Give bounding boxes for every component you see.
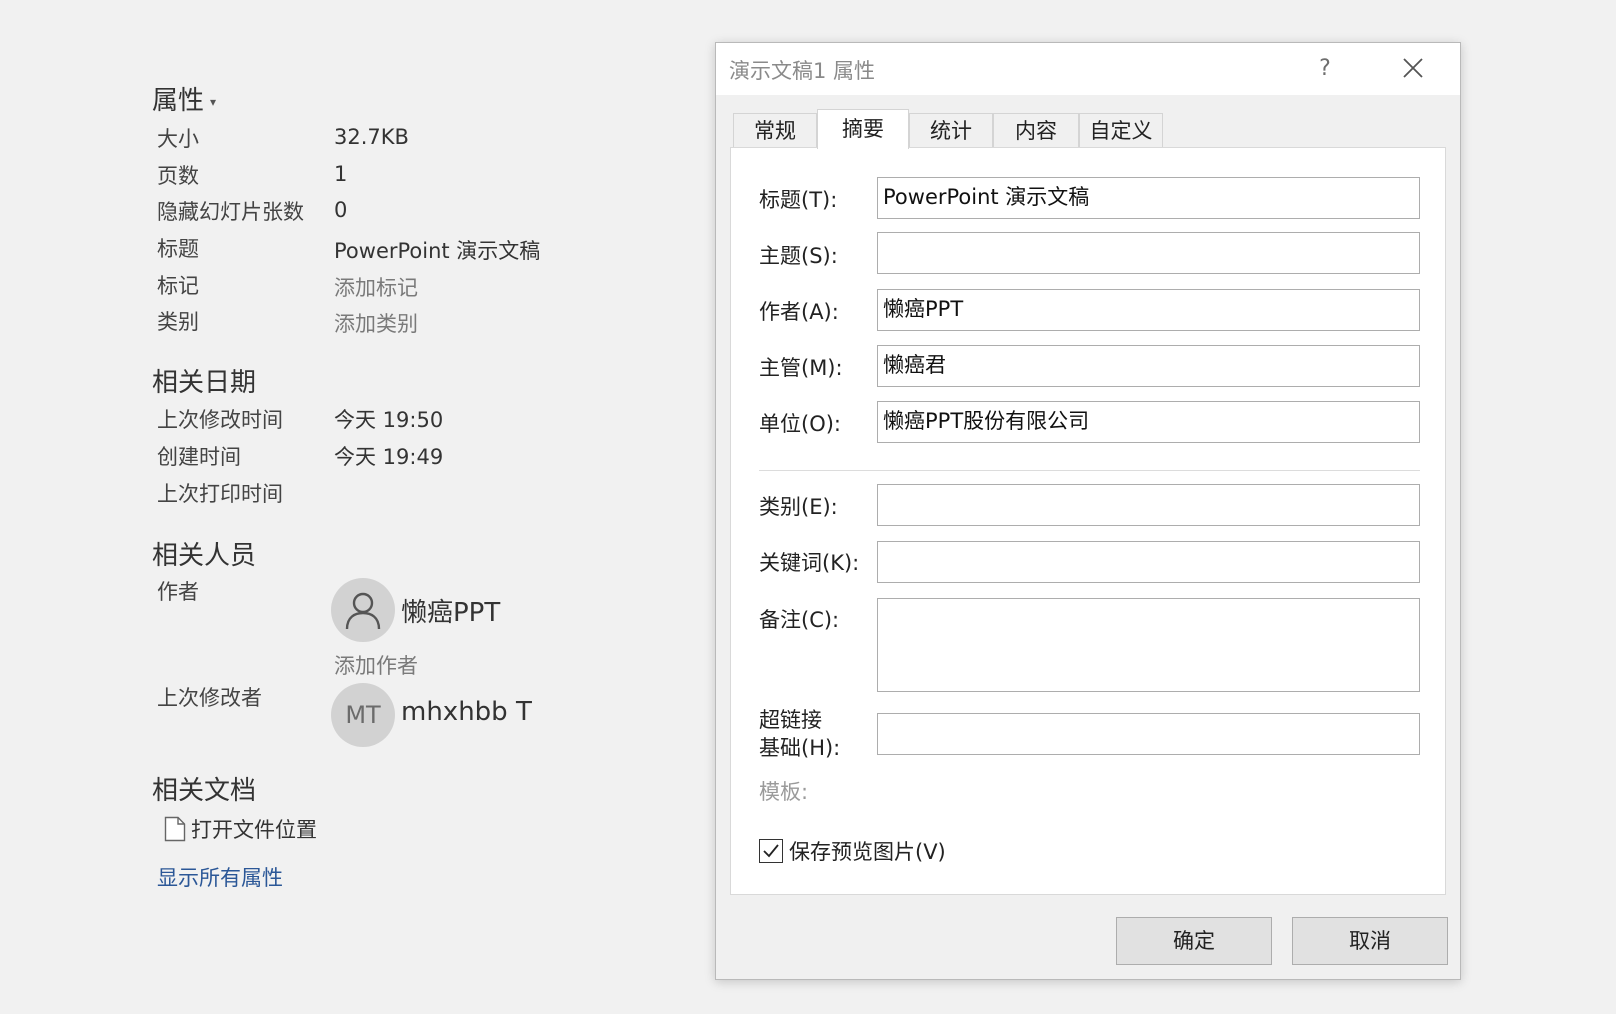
category-label: 类别(E): [759, 495, 838, 519]
company-label: 单位(O): [759, 412, 841, 436]
related-dates-heading: 相关日期 [152, 368, 257, 398]
property-value-hidden-slides: 0 [334, 198, 348, 222]
checkmark-icon [763, 844, 779, 858]
date-label: 上次打印时间 [157, 482, 283, 506]
property-label: 隐藏幻灯片张数 [157, 200, 304, 224]
property-value-title[interactable]: PowerPoint 演示文稿 [334, 235, 540, 265]
save-preview-label: 保存预览图片(V) [789, 840, 946, 864]
last-modified-by-label: 上次修改者 [157, 686, 262, 710]
properties-heading[interactable]: 属性 ▾ [152, 80, 216, 117]
keywords-label: 关键词(K): [759, 551, 860, 575]
author-input[interactable]: 懒癌PPT [877, 289, 1420, 331]
company-input[interactable]: 懒癌PPT股份有限公司 [877, 401, 1420, 443]
date-label: 创建时间 [157, 445, 241, 469]
info-properties-panel: 属性 ▾ 大小 32.7KB 页数 1 隐藏幻灯片张数 0 标题 PowerPoi… [0, 0, 700, 1014]
tab-general[interactable]: 常规 [733, 113, 817, 147]
title-input[interactable]: PowerPoint 演示文稿 [877, 177, 1420, 219]
add-category-field[interactable]: 添加类别 [334, 308, 418, 338]
chevron-down-icon: ▾ [210, 94, 217, 109]
ok-button[interactable]: 确定 [1116, 917, 1272, 965]
title-label: 标题(T): [759, 188, 838, 212]
date-value-created: 今天 19:49 [334, 445, 444, 469]
save-preview-checkbox[interactable] [759, 839, 783, 863]
tab-custom[interactable]: 自定义 [1079, 113, 1163, 147]
hyperlink-base-label-line1: 超链接 [759, 708, 822, 732]
hyperlink-base-label-line2: 基础(H): [759, 736, 841, 760]
comments-textarea[interactable] [877, 598, 1420, 692]
modifier-name[interactable]: mhxhbb T [401, 697, 532, 727]
help-button[interactable]: ? [1310, 54, 1340, 84]
add-author-field[interactable]: 添加作者 [334, 650, 418, 680]
hyperlink-base-input[interactable] [877, 713, 1420, 755]
person-icon [345, 592, 381, 630]
tab-summary[interactable]: 摘要 [817, 109, 909, 149]
property-label: 标题 [157, 237, 199, 261]
modifier-avatar[interactable]: MT [331, 683, 395, 747]
manager-input[interactable]: 懒癌君 [877, 345, 1420, 387]
property-label: 类别 [157, 310, 199, 334]
close-icon [1403, 58, 1423, 78]
section-divider [759, 470, 1420, 471]
document-icon [164, 816, 186, 842]
subject-label: 主题(S): [759, 244, 838, 268]
author-label: 作者(A): [759, 300, 839, 324]
author-name[interactable]: 懒癌PPT [401, 592, 500, 629]
summary-tab-panel: 标题(T): PowerPoint 演示文稿 主题(S): 作者(A): 懒癌P… [730, 147, 1446, 895]
close-button[interactable] [1396, 54, 1430, 84]
tab-contents[interactable]: 内容 [993, 113, 1079, 147]
author-avatar[interactable] [331, 578, 395, 642]
date-value-modified: 今天 19:50 [334, 408, 444, 432]
dialog-title: 演示文稿1 属性 [729, 59, 876, 83]
template-label: 模板: [759, 780, 809, 804]
property-label: 大小 [157, 127, 199, 151]
property-label: 页数 [157, 164, 199, 188]
related-documents-heading: 相关文档 [152, 776, 257, 806]
cancel-button[interactable]: 取消 [1292, 917, 1448, 965]
related-people-heading: 相关人员 [152, 541, 257, 571]
property-value-pages: 1 [334, 162, 348, 186]
property-label: 标记 [157, 274, 199, 298]
keywords-input[interactable] [877, 541, 1420, 583]
author-label: 作者 [157, 580, 199, 604]
subject-input[interactable] [877, 232, 1420, 274]
show-all-properties-link[interactable]: 显示所有属性 [157, 862, 283, 892]
category-input[interactable] [877, 484, 1420, 526]
open-file-location-link[interactable]: 打开文件位置 [191, 814, 317, 844]
manager-label: 主管(M): [759, 356, 843, 380]
add-tag-field[interactable]: 添加标记 [334, 272, 418, 302]
property-value-size: 32.7KB [334, 125, 409, 149]
modifier-initials: MT [345, 701, 381, 729]
tab-statistics[interactable]: 统计 [909, 113, 993, 147]
date-label: 上次修改时间 [157, 408, 283, 432]
dialog-titlebar[interactable]: 演示文稿1 属性 ? [716, 43, 1460, 95]
comments-label: 备注(C): [759, 608, 840, 632]
save-preview-checkbox-row[interactable]: 保存预览图片(V) [759, 836, 946, 866]
properties-dialog: 演示文稿1 属性 ? 常规 摘要 统计 内容 自定义 标题(T): PowerP… [715, 42, 1461, 980]
